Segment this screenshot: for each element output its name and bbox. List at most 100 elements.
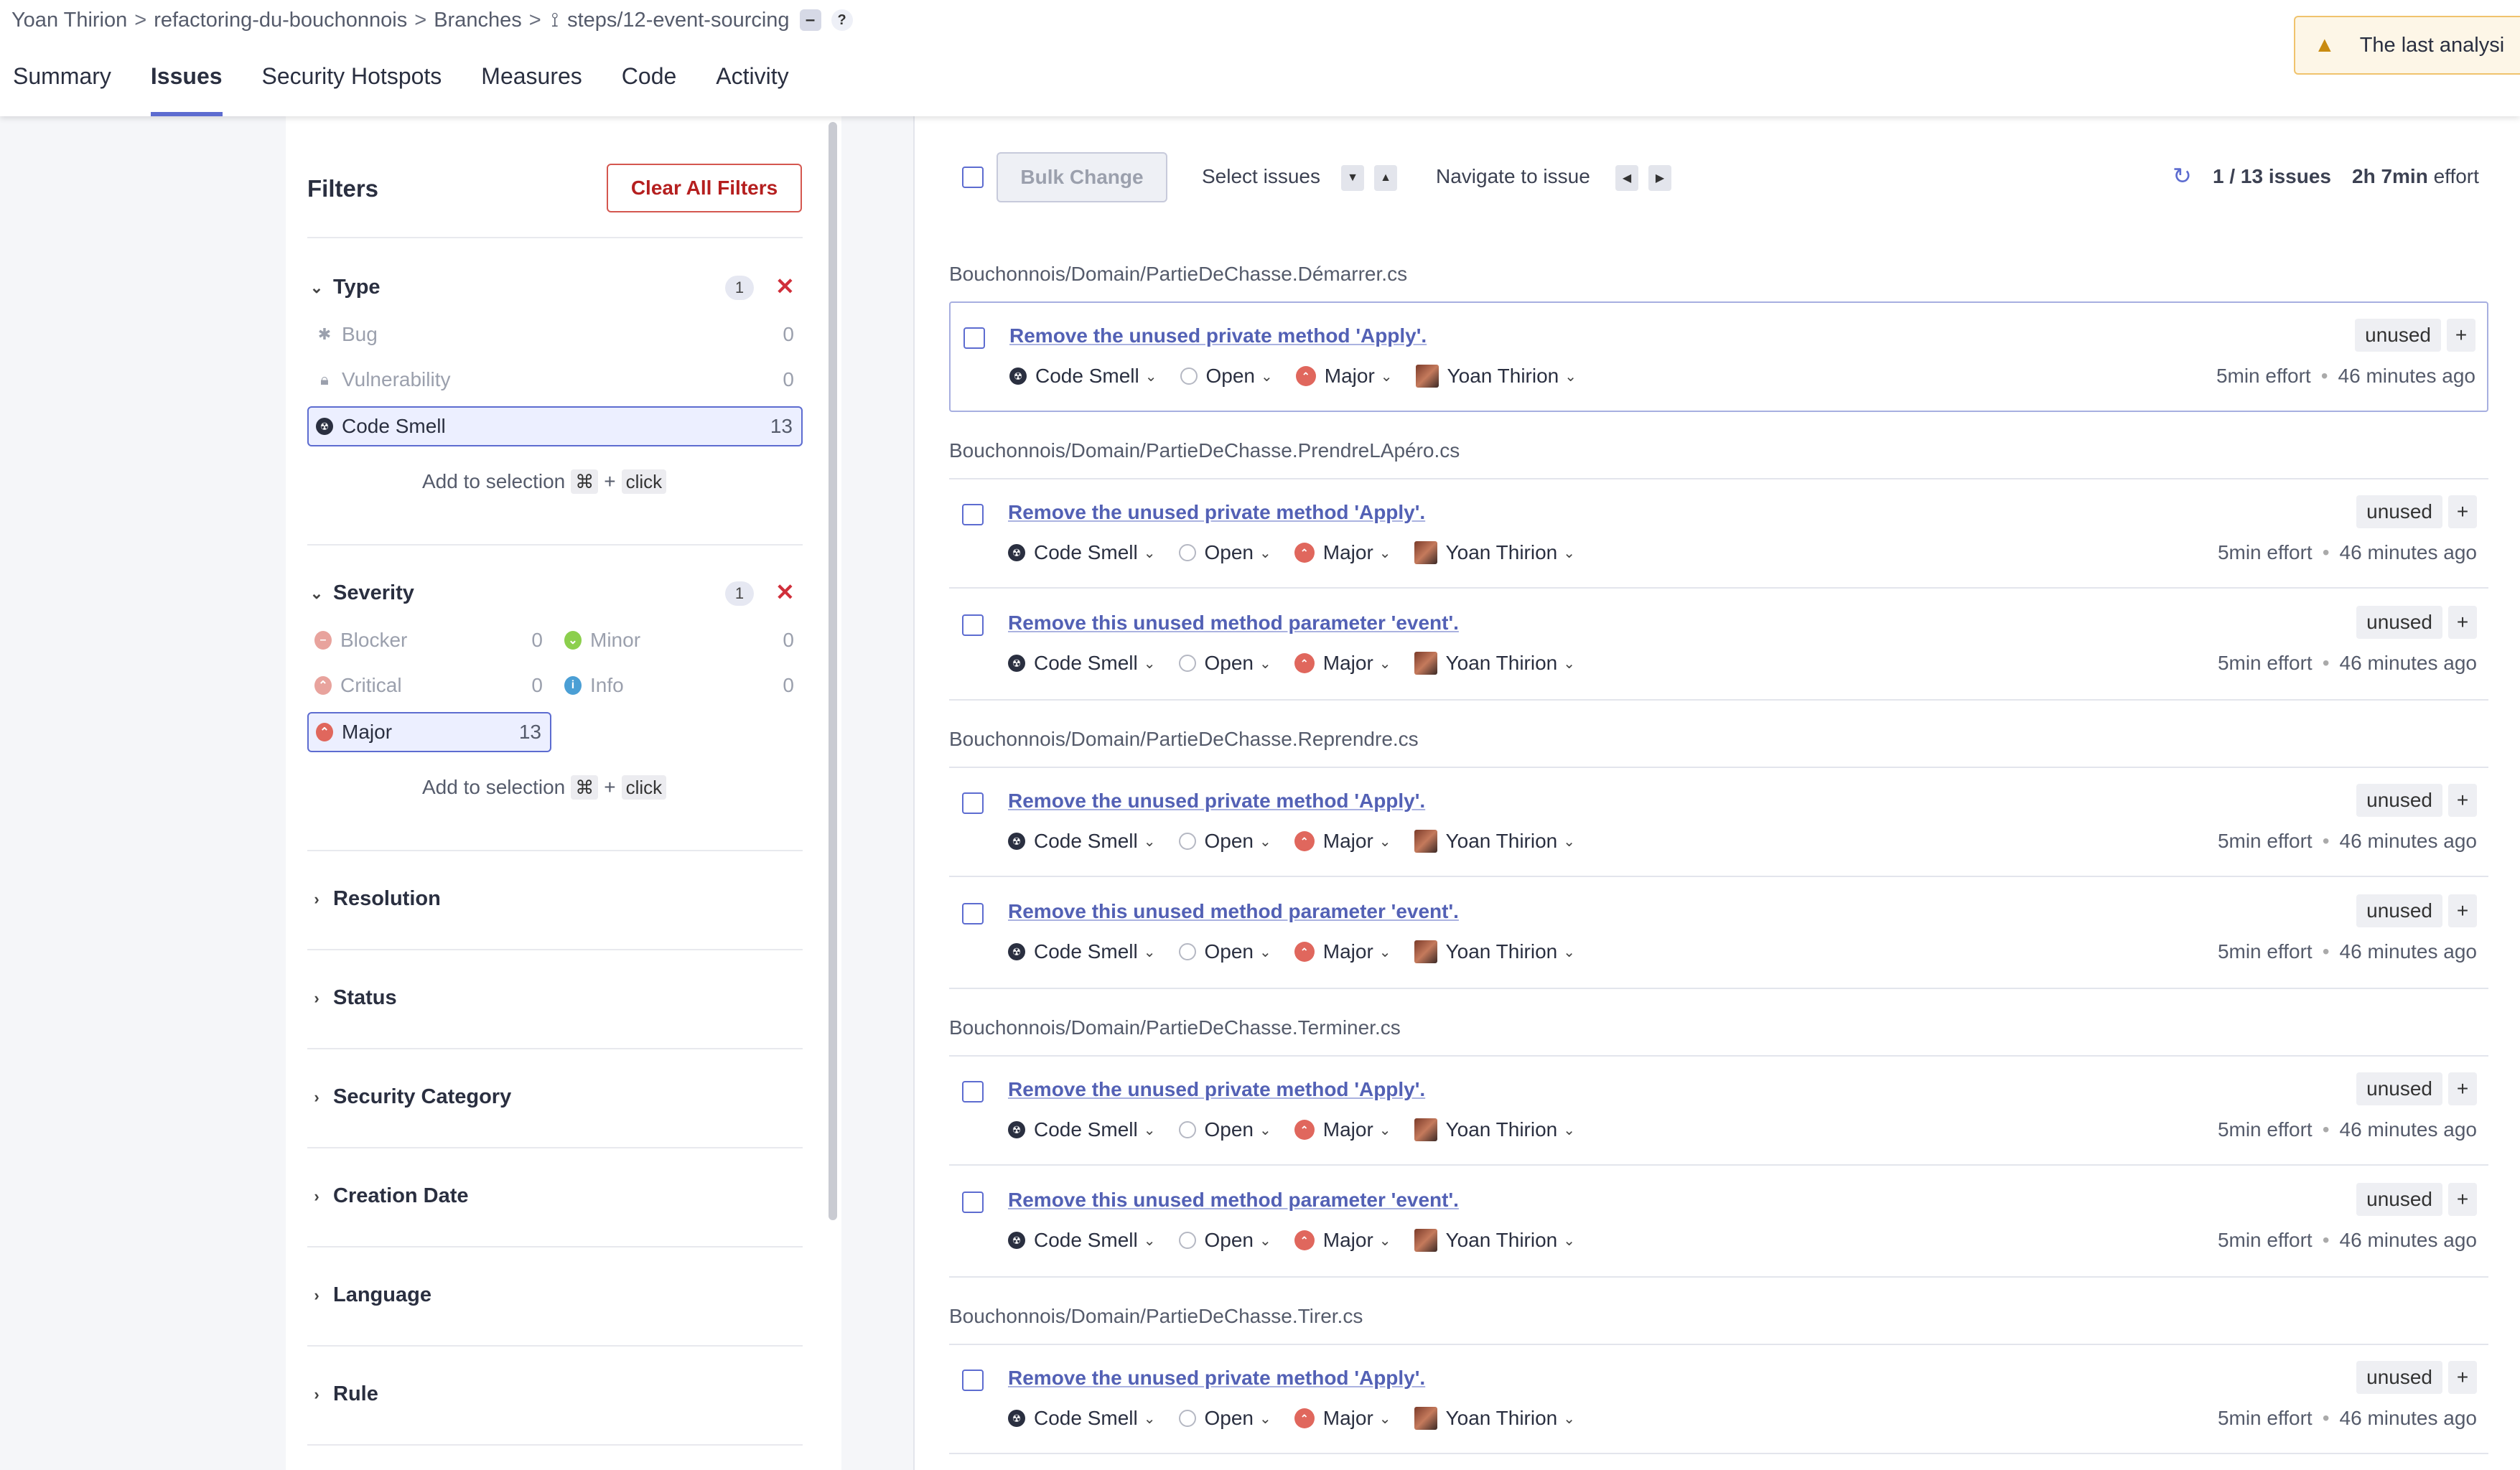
issue-row[interactable]: Remove the unused private method 'Apply'… — [949, 478, 2488, 589]
facet-item-vulnerability[interactable]: 🔒︎ Vulnerability 0 — [307, 367, 803, 393]
issue-severity-dropdown[interactable]: ⌃ Major ⌄ — [1294, 541, 1391, 564]
facet-item-info[interactable]: i Info 0 — [561, 673, 803, 698]
facet-item-minor[interactable]: ⌄ Minor 0 — [561, 627, 803, 653]
issue-assignee-dropdown[interactable]: Yoan Thirion ⌄ — [1414, 1407, 1575, 1430]
facet-type-header[interactable]: ⌄ Type — [307, 276, 381, 299]
issue-assignee-dropdown[interactable]: Yoan Thirion ⌄ — [1414, 1118, 1575, 1141]
issue-type-dropdown[interactable]: ☢ Code Smell ⌄ — [1008, 1407, 1156, 1430]
facet-rule-header[interactable]: › Rule — [307, 1382, 378, 1406]
issue-type-dropdown[interactable]: ☢ Code Smell ⌄ — [1008, 652, 1156, 675]
issue-message[interactable]: Remove the unused private method 'Apply'… — [1008, 501, 1425, 524]
issue-tag[interactable]: unused — [2356, 894, 2442, 927]
issue-status-dropdown[interactable]: Open ⌄ — [1178, 1118, 1271, 1141]
issue-severity-dropdown[interactable]: ⌃ Major ⌄ — [1294, 652, 1391, 675]
facet-severity-header[interactable]: ⌄ Severity — [307, 581, 414, 605]
issue-message[interactable]: Remove this unused method parameter 'eve… — [1008, 900, 1459, 923]
issue-severity-dropdown[interactable]: ⌃ Major ⌄ — [1294, 830, 1391, 853]
issue-severity-dropdown[interactable]: ⌃ Major ⌄ — [1294, 940, 1391, 963]
add-tag-button[interactable]: + — [2448, 1183, 2477, 1216]
minus-icon[interactable]: – — [799, 9, 821, 31]
issue-checkbox[interactable] — [962, 903, 984, 924]
issue-tag[interactable]: unused — [2356, 1183, 2442, 1216]
add-tag-button[interactable]: + — [2447, 319, 2475, 352]
reload-icon[interactable]: ↻ — [2173, 162, 2192, 189]
issue-message[interactable]: Remove this unused method parameter 'eve… — [1008, 612, 1459, 635]
tab-code[interactable]: Code — [622, 63, 677, 116]
issue-message[interactable]: Remove this unused method parameter 'eve… — [1008, 1189, 1459, 1212]
issue-message[interactable]: Remove the unused private method 'Apply'… — [1008, 1078, 1425, 1101]
issue-checkbox[interactable] — [962, 1192, 984, 1213]
breadcrumb-branches[interactable]: Branches — [434, 9, 522, 32]
analysis-warning[interactable]: ▲ The last analysi — [2294, 16, 2520, 75]
add-tag-button[interactable]: + — [2448, 1361, 2477, 1394]
help-icon[interactable]: ? — [831, 9, 853, 31]
issue-type-dropdown[interactable]: ☢ Code Smell ⌄ — [1008, 940, 1156, 963]
add-tag-button[interactable]: + — [2448, 784, 2477, 817]
facet-status-header[interactable]: › Status — [307, 986, 396, 1010]
issue-type-dropdown[interactable]: ☢ Code Smell ⌄ — [1009, 365, 1157, 388]
add-tag-button[interactable]: + — [2448, 495, 2477, 528]
issue-checkbox[interactable] — [962, 504, 984, 525]
issue-row[interactable]: Remove this unused method parameter 'eve… — [949, 1167, 2488, 1278]
issue-assignee-dropdown[interactable]: Yoan Thirion ⌄ — [1414, 940, 1575, 963]
facet-item-code-smell[interactable]: ☢ Code Smell 13 — [307, 406, 803, 446]
issue-type-dropdown[interactable]: ☢ Code Smell ⌄ — [1008, 1118, 1156, 1141]
issue-type-dropdown[interactable]: ☢ Code Smell ⌄ — [1008, 541, 1156, 564]
breadcrumb-owner[interactable]: Yoan Thirion — [11, 9, 127, 32]
issue-assignee-dropdown[interactable]: Yoan Thirion ⌄ — [1415, 365, 1577, 388]
issue-message[interactable]: Remove the unused private method 'Apply'… — [1008, 1367, 1425, 1390]
issue-checkbox[interactable] — [963, 327, 985, 349]
select-prev-icon[interactable]: ▲ — [1374, 165, 1397, 191]
issue-tag[interactable]: unused — [2356, 1072, 2442, 1105]
issue-row[interactable]: Remove the unused private method 'Apply'… — [949, 1055, 2488, 1166]
issue-tag[interactable]: unused — [2356, 784, 2442, 817]
tab-issues[interactable]: Issues — [150, 63, 223, 116]
add-tag-button[interactable]: + — [2448, 894, 2477, 927]
tab-summary[interactable]: Summary — [13, 63, 111, 116]
tab-measures[interactable]: Measures — [481, 63, 582, 116]
facet-item-major[interactable]: ⌃ Major 13 — [307, 712, 551, 752]
issue-severity-dropdown[interactable]: ⌃ Major ⌄ — [1294, 1407, 1391, 1430]
facet-creation-date-header[interactable]: › Creation Date — [307, 1184, 468, 1208]
issue-severity-dropdown[interactable]: ⌃ Major ⌄ — [1295, 365, 1393, 388]
issue-status-dropdown[interactable]: Open ⌄ — [1178, 1407, 1271, 1430]
issue-checkbox[interactable] — [962, 614, 984, 636]
bulk-change-button[interactable]: Bulk Change — [997, 152, 1167, 202]
issue-type-dropdown[interactable]: ☢ Code Smell ⌄ — [1008, 830, 1156, 853]
add-tag-button[interactable]: + — [2448, 606, 2477, 639]
issue-checkbox[interactable] — [962, 1370, 984, 1391]
navigate-next-icon[interactable]: ▶ — [1648, 165, 1671, 191]
issue-status-dropdown[interactable]: Open ⌄ — [1178, 541, 1271, 564]
facet-resolution-header[interactable]: › Resolution — [307, 887, 441, 911]
facet-type-clear-icon[interactable]: ✕ — [775, 273, 795, 300]
issue-type-dropdown[interactable]: ☢ Code Smell ⌄ — [1008, 1229, 1156, 1252]
issue-assignee-dropdown[interactable]: Yoan Thirion ⌄ — [1414, 652, 1575, 675]
breadcrumb-project[interactable]: refactoring-du-bouchonnois — [154, 9, 407, 32]
issue-message[interactable]: Remove the unused private method 'Apply'… — [1009, 324, 1427, 347]
issue-assignee-dropdown[interactable]: Yoan Thirion ⌄ — [1414, 1229, 1575, 1252]
facet-item-blocker[interactable]: – Blocker 0 — [307, 627, 551, 653]
issue-assignee-dropdown[interactable]: Yoan Thirion ⌄ — [1414, 830, 1575, 853]
issue-tag[interactable]: unused — [2356, 495, 2442, 528]
issue-status-dropdown[interactable]: Open ⌄ — [1178, 830, 1271, 853]
issue-status-dropdown[interactable]: Open ⌄ — [1178, 1229, 1271, 1252]
issue-row[interactable]: Remove the unused private method 'Apply'… — [949, 301, 2488, 412]
issue-tag[interactable]: unused — [2356, 606, 2442, 639]
clear-all-filters-button[interactable]: Clear All Filters — [607, 164, 802, 212]
facet-security-category-header[interactable]: › Security Category — [307, 1085, 511, 1109]
issue-assignee-dropdown[interactable]: Yoan Thirion ⌄ — [1414, 541, 1575, 564]
issue-row[interactable]: Remove the unused private method 'Apply'… — [949, 767, 2488, 877]
navigate-prev-icon[interactable]: ◀ — [1615, 165, 1638, 191]
issue-message[interactable]: Remove the unused private method 'Apply'… — [1008, 790, 1425, 813]
breadcrumb-branch[interactable]: steps/12-event-sourcing — [567, 9, 790, 32]
issue-row[interactable]: Remove this unused method parameter 'eve… — [949, 590, 2488, 701]
issue-severity-dropdown[interactable]: ⌃ Major ⌄ — [1294, 1229, 1391, 1252]
issue-tag[interactable]: unused — [2356, 1361, 2442, 1394]
select-all-checkbox[interactable] — [962, 167, 984, 188]
tab-security-hotspots[interactable]: Security Hotspots — [262, 63, 442, 116]
facet-severity-clear-icon[interactable]: ✕ — [775, 579, 795, 606]
issue-status-dropdown[interactable]: Open ⌄ — [1178, 940, 1271, 963]
issue-tag[interactable]: unused — [2355, 319, 2441, 352]
facet-item-bug[interactable]: ✱ Bug 0 — [307, 322, 803, 347]
facet-language-header[interactable]: › Language — [307, 1283, 431, 1307]
